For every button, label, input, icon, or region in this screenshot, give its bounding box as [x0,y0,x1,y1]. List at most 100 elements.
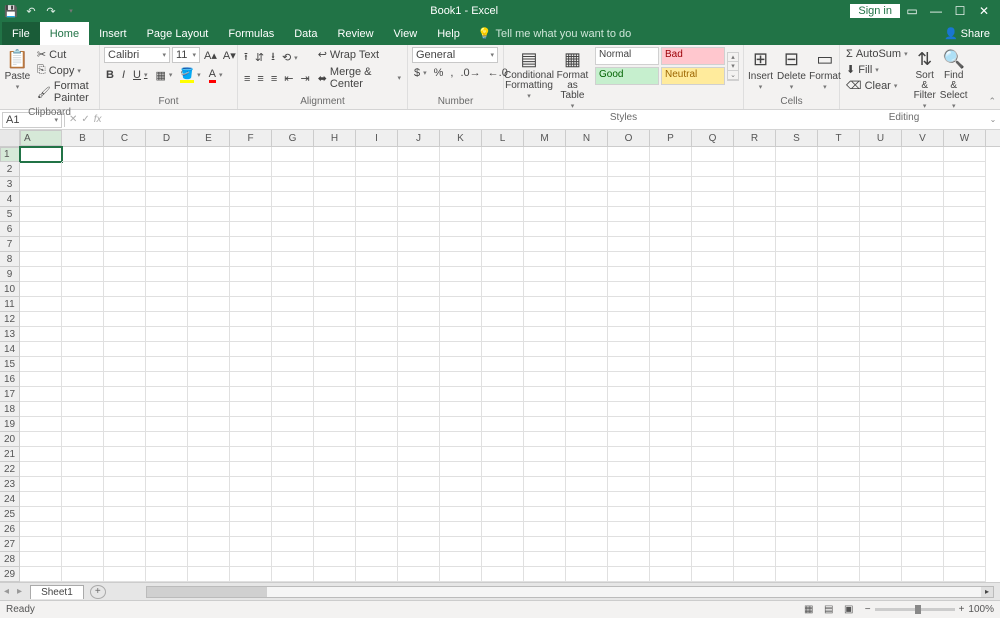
tab-home[interactable]: Home [40,22,89,45]
cell[interactable] [188,177,230,192]
cell[interactable] [524,552,566,567]
row-header[interactable]: 11 [0,297,20,312]
cell[interactable] [398,507,440,522]
cell[interactable] [818,267,860,282]
cell[interactable] [818,177,860,192]
sign-in-button[interactable]: Sign in [850,4,900,18]
cell[interactable] [482,477,524,492]
cell[interactable] [356,312,398,327]
cell[interactable] [314,507,356,522]
cell[interactable] [944,327,986,342]
cell[interactable] [818,327,860,342]
cell[interactable] [692,177,734,192]
tab-formulas[interactable]: Formulas [218,22,284,45]
cell[interactable] [776,222,818,237]
cell[interactable] [566,402,608,417]
cell[interactable] [20,207,62,222]
cell[interactable] [860,192,902,207]
cell[interactable] [104,357,146,372]
cell[interactable] [188,567,230,582]
cell[interactable] [566,147,608,162]
cell[interactable] [230,342,272,357]
cell[interactable] [818,162,860,177]
cell[interactable] [944,567,986,582]
cell[interactable] [62,402,104,417]
cell[interactable] [608,282,650,297]
ribbon-display-icon[interactable]: ▭ [900,4,924,18]
cell[interactable] [944,312,986,327]
decrease-indent-icon[interactable]: ⇤ [282,71,295,86]
cell[interactable] [356,417,398,432]
tab-page-layout[interactable]: Page Layout [137,22,219,45]
cell[interactable] [692,252,734,267]
cell[interactable] [188,372,230,387]
cell[interactable] [272,507,314,522]
cell[interactable] [734,147,776,162]
cell[interactable] [482,507,524,522]
cell[interactable] [440,207,482,222]
cell[interactable] [314,177,356,192]
cell[interactable] [398,402,440,417]
cell[interactable] [692,267,734,282]
column-header[interactable]: N [566,130,608,146]
cell[interactable] [902,192,944,207]
cell[interactable] [314,252,356,267]
cell[interactable] [146,312,188,327]
maximize-icon[interactable]: ☐ [948,4,972,18]
cell[interactable] [398,267,440,282]
cell[interactable] [356,147,398,162]
cell[interactable] [62,252,104,267]
cell[interactable] [188,552,230,567]
column-header[interactable]: B [62,130,104,146]
cell[interactable] [944,267,986,282]
cell[interactable] [566,432,608,447]
cell[interactable] [482,297,524,312]
cell[interactable] [608,237,650,252]
row-header[interactable]: 7 [0,237,20,252]
cell[interactable] [440,162,482,177]
cell[interactable] [902,327,944,342]
cell[interactable] [734,477,776,492]
cell[interactable] [230,447,272,462]
cell[interactable] [356,342,398,357]
cell[interactable] [440,432,482,447]
cell[interactable] [20,177,62,192]
cell[interactable] [566,222,608,237]
cell[interactable] [230,522,272,537]
cell[interactable] [860,252,902,267]
cell[interactable] [860,462,902,477]
cell[interactable] [608,432,650,447]
cell[interactable] [146,222,188,237]
cell[interactable] [230,252,272,267]
cell[interactable] [566,552,608,567]
cell[interactable] [902,282,944,297]
cell[interactable] [524,387,566,402]
cell[interactable] [608,192,650,207]
cell[interactable] [944,252,986,267]
cell[interactable] [104,312,146,327]
column-header[interactable]: E [188,130,230,146]
column-header[interactable]: W [944,130,986,146]
cell[interactable] [650,357,692,372]
cell[interactable] [20,387,62,402]
cell[interactable] [230,237,272,252]
cell[interactable] [482,312,524,327]
cell[interactable] [356,432,398,447]
cell[interactable] [566,462,608,477]
cell[interactable] [440,417,482,432]
cell[interactable] [650,387,692,402]
font-name-select[interactable]: Calibri▾ [104,47,170,63]
cell[interactable] [524,447,566,462]
cell[interactable] [944,417,986,432]
cell[interactable] [776,252,818,267]
cell[interactable] [62,387,104,402]
cell[interactable] [650,267,692,282]
zoom-handle[interactable] [915,605,921,614]
cell[interactable] [104,162,146,177]
cell[interactable] [398,312,440,327]
column-header[interactable]: R [734,130,776,146]
cell[interactable] [104,387,146,402]
cell[interactable] [860,567,902,582]
cell[interactable] [524,402,566,417]
zoom-out-button[interactable]: − [865,604,871,615]
